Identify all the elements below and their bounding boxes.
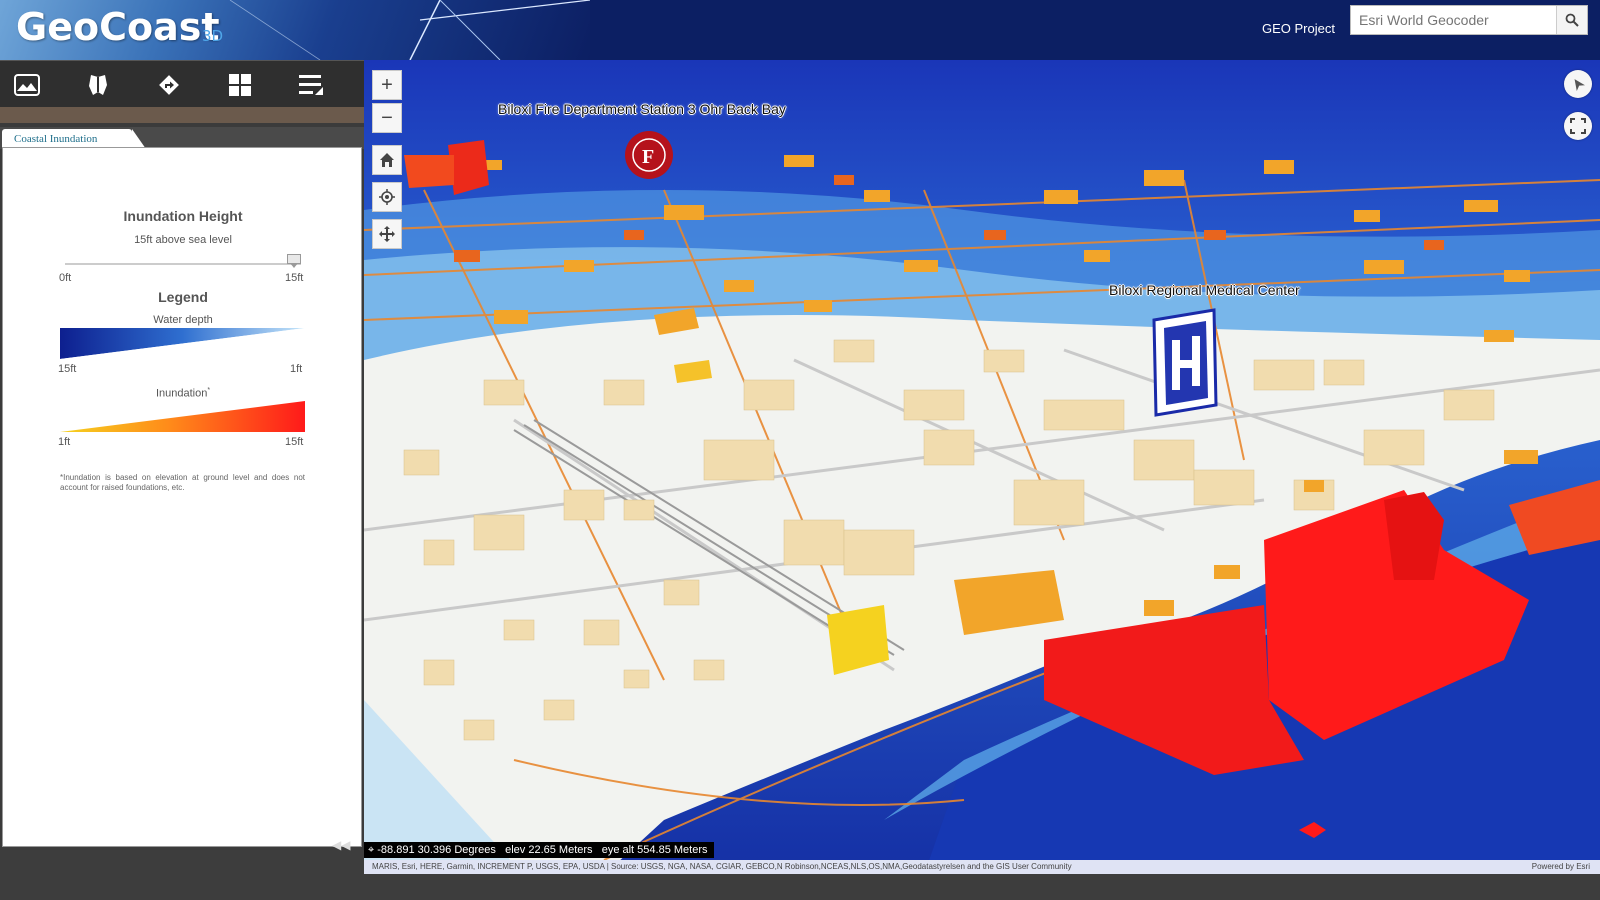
map-attribution: MARIS, Esri, HERE, Garmin, INCREMENT P, …: [364, 860, 1600, 874]
app-title: GeoCoast: [16, 5, 220, 49]
toolbar-divider: [0, 107, 364, 123]
eye-alt-text: eye alt 554.85 Meters: [601, 844, 708, 856]
slider-thumb[interactable]: [287, 254, 301, 268]
pan-button[interactable]: [372, 219, 402, 249]
basemap-button[interactable]: [11, 69, 43, 101]
scene-view[interactable]: F Biloxi Fire Department Station 3 Ohr B…: [364, 60, 1600, 875]
collapse-panel-icon[interactable]: ◀◀: [332, 838, 350, 852]
app-subtitle: 3D: [202, 27, 224, 45]
search-icon: [1565, 13, 1579, 27]
elevation-text: elev 22.65 Meters: [505, 844, 593, 856]
geocoder-search: [1350, 5, 1588, 35]
inundation-legend-heading: Inundation*: [3, 387, 363, 400]
attribution-text: MARIS, Esri, HERE, Garmin, INCREMENT P, …: [372, 862, 1072, 871]
minus-icon: −: [381, 106, 393, 129]
inundation-slider[interactable]: [65, 263, 301, 265]
hospital-label: Biloxi Regional Medical Center: [1109, 282, 1300, 298]
powered-by-link[interactable]: Powered by Esri: [1532, 860, 1590, 874]
widget-toolbar: [0, 60, 364, 108]
tab-wedge: [132, 129, 146, 149]
inundation-height-title: Inundation Height: [123, 208, 243, 224]
home-icon: [380, 153, 394, 167]
crosshair-icon: ⌖: [368, 844, 375, 856]
basemap-icon: [14, 74, 40, 96]
slider-value-text: 15ft above sea level: [134, 234, 232, 246]
zoom-in-button[interactable]: +: [372, 70, 402, 100]
inundation-min: 1ft: [58, 436, 71, 448]
panel-tab-strip: Coastal Inundation: [0, 127, 364, 149]
home-button[interactable]: [372, 145, 402, 175]
directions-icon: [159, 75, 179, 95]
map-shape-icon: [89, 75, 107, 95]
hospital-marker: [1152, 308, 1218, 417]
project-link[interactable]: GEO Project: [1262, 21, 1335, 36]
inundation-max: 15ft: [285, 436, 304, 448]
search-button[interactable]: [1556, 6, 1587, 34]
inundation-footnote-mark: *: [207, 387, 211, 394]
fullscreen-button[interactable]: [1564, 112, 1592, 140]
brand-banner: GeoCoast 3D: [0, 0, 590, 60]
grid-button[interactable]: [224, 69, 256, 101]
search-input[interactable]: [1351, 6, 1557, 34]
inundation-label: Inundation: [155, 387, 208, 400]
map-scene: F: [364, 60, 1600, 875]
grid-icon: [229, 74, 251, 96]
side-panel: Coastal Inundation Inundation Height 15f…: [0, 123, 364, 850]
inundation-footnote: *Inundation is based on elevation at gro…: [60, 473, 305, 492]
slider-min-label: 0ft: [59, 272, 72, 284]
water-depth-label: Water depth: [153, 314, 213, 326]
locate-icon: [379, 189, 395, 205]
inundation-ramp: [60, 401, 305, 432]
layer-list-icon: [299, 75, 323, 95]
slider-max-label: 15ft: [285, 272, 304, 284]
coordinate-readout: ⌖ -88.891 30.396 Degrees elev 22.65 Mete…: [364, 842, 714, 858]
fire-station-marker: F: [625, 131, 673, 179]
bottom-strip: [364, 874, 1600, 900]
tab-coastal-inundation[interactable]: Coastal Inundation: [2, 129, 132, 149]
fire-station-label: Biloxi Fire Department Station 3 Ohr Bac…: [498, 101, 786, 117]
inundation-panel: Inundation Height 15ft above sea level 0…: [2, 147, 362, 847]
plus-icon: +: [381, 73, 393, 96]
panel-footer: ◀◀: [0, 838, 364, 900]
layer-list-button[interactable]: [295, 69, 327, 101]
water-depth-ramp: [60, 328, 305, 359]
legend-title: Legend: [158, 289, 208, 305]
water-depth-min: 15ft: [58, 363, 77, 375]
compass-button[interactable]: [1564, 70, 1592, 98]
svg-text:F: F: [642, 146, 654, 168]
coordinates-text: -88.891 30.396 Degrees: [377, 844, 496, 856]
map-shape-button[interactable]: [82, 69, 114, 101]
fullscreen-icon: [1570, 118, 1586, 134]
app-header: GeoCoast 3D GEO Project: [0, 0, 1600, 60]
locate-button[interactable]: [372, 182, 402, 212]
water-depth-max: 1ft: [290, 363, 303, 375]
directions-button[interactable]: [153, 69, 185, 101]
zoom-out-button[interactable]: −: [372, 103, 402, 133]
compass-icon: [1574, 79, 1585, 91]
pan-icon: [379, 226, 395, 242]
